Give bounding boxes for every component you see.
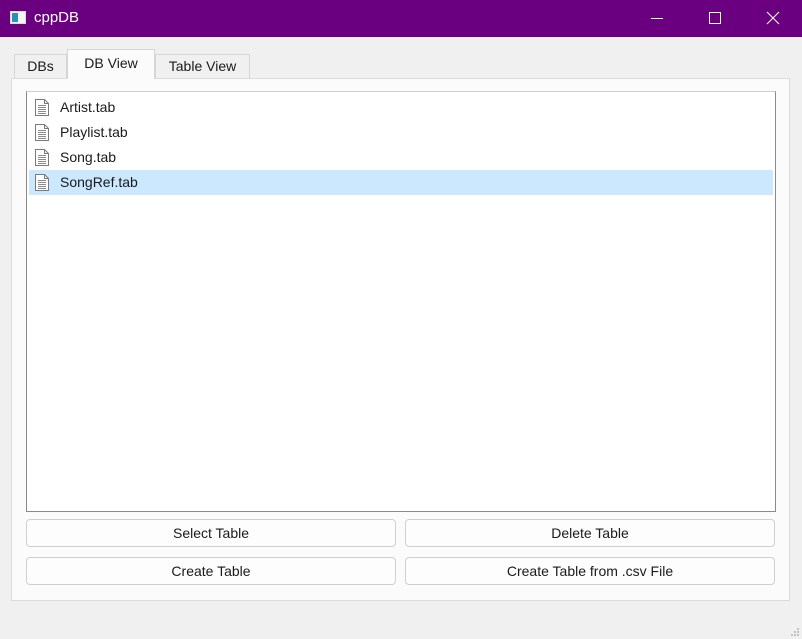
document-icon bbox=[35, 124, 49, 141]
select-table-button[interactable]: Select Table bbox=[26, 519, 396, 547]
list-item-label: Playlist.tab bbox=[60, 124, 128, 140]
list-item-selected[interactable]: SongRef.tab bbox=[29, 170, 773, 195]
tab-dbs[interactable]: DBs bbox=[14, 54, 67, 78]
close-icon bbox=[766, 11, 780, 25]
table-list[interactable]: Artist.tab Playlist.tab Song.tab SongRef… bbox=[26, 91, 776, 512]
delete-table-button[interactable]: Delete Table bbox=[405, 519, 775, 547]
app-icon bbox=[10, 11, 26, 24]
tab-db-view[interactable]: DB View bbox=[67, 49, 155, 79]
close-button[interactable] bbox=[744, 0, 802, 37]
db-view-panel: Artist.tab Playlist.tab Song.tab SongRef… bbox=[11, 78, 790, 601]
document-icon bbox=[35, 174, 49, 191]
window-title: cppDB bbox=[34, 9, 80, 26]
tab-table-view[interactable]: Table View bbox=[155, 54, 250, 78]
minimize-icon bbox=[651, 18, 663, 19]
create-table-from-csv-button[interactable]: Create Table from .csv File bbox=[405, 557, 775, 585]
document-icon bbox=[35, 149, 49, 166]
list-item-label: Artist.tab bbox=[60, 99, 116, 115]
list-item[interactable]: Song.tab bbox=[29, 145, 773, 170]
resize-grip-icon[interactable] bbox=[790, 627, 800, 637]
list-item[interactable]: Artist.tab bbox=[29, 95, 773, 120]
list-item[interactable]: Playlist.tab bbox=[29, 120, 773, 145]
document-icon bbox=[35, 99, 49, 116]
title-bar: cppDB bbox=[0, 0, 802, 37]
maximize-icon bbox=[709, 12, 721, 24]
list-item-label: SongRef.tab bbox=[60, 174, 138, 190]
list-item-label: Song.tab bbox=[60, 149, 117, 165]
create-table-button[interactable]: Create Table bbox=[26, 557, 396, 585]
minimize-button[interactable] bbox=[628, 0, 686, 37]
maximize-button[interactable] bbox=[686, 0, 744, 37]
